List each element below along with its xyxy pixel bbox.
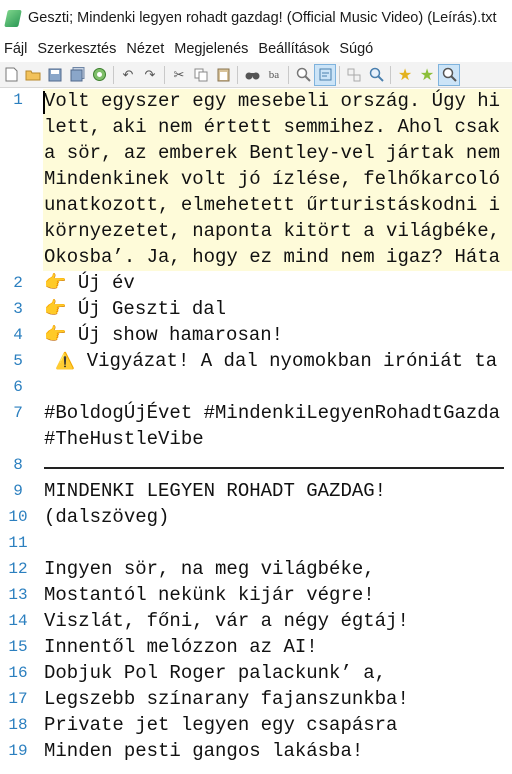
toolbar-separator [390, 65, 391, 84]
line-number: 3 [13, 300, 23, 318]
text-line: 👉 Új show hamarosan! [44, 322, 283, 349]
open-folder-icon[interactable] [22, 64, 44, 86]
reload-icon[interactable] [88, 64, 110, 86]
text-line: Innentől melózzon az AI! [44, 636, 318, 658]
title-bar: Geszti; Mindenki legyen rohadt gazdag! (… [0, 0, 512, 36]
line-text: Új Geszti dal [66, 298, 227, 320]
pointing-hand-icon: 👉 [44, 274, 67, 294]
line-number: 6 [13, 378, 23, 396]
toolbar: ↶ ↷ ✂ ba ★ ★ [0, 62, 512, 88]
pointing-hand-icon: 👉 [44, 300, 67, 320]
menu-help[interactable]: Súgó [334, 41, 378, 57]
pointing-hand-icon: 👉 [44, 326, 67, 346]
text-line: ⚠️ Vigyázat! A dal nyomokban iróniát ta [44, 348, 497, 375]
save-all-icon[interactable] [66, 64, 88, 86]
text-line: MINDENKI LEGYEN ROHADT GAZDAG! [44, 480, 387, 502]
text-line: 👉 Új év [44, 270, 135, 297]
line-number: 4 [13, 326, 23, 344]
line-text: Vigyázat! A dal nyomokban iróniát ta [75, 350, 498, 372]
toolbar-separator [237, 65, 238, 84]
text-line: Private jet legyen egy csapásra [44, 714, 398, 736]
line-number: 11 [8, 534, 28, 552]
text-line: (dalszöveg) [44, 506, 170, 528]
line-number: 2 [13, 274, 23, 292]
select-icon[interactable] [343, 64, 365, 86]
line-text: Új show hamarosan! [66, 324, 284, 346]
line-number: 17 [8, 690, 28, 708]
line-number: 8 [13, 456, 23, 474]
text-editor[interactable]: 1 2 3 4 5 6 7 8 9 10 11 12 13 14 15 16 1… [0, 88, 512, 774]
copy-icon[interactable] [190, 64, 212, 86]
word-wrap-icon[interactable] [314, 63, 336, 86]
menu-settings[interactable]: Beállítások [253, 41, 334, 57]
toolbar-separator [113, 65, 114, 84]
text-line: Mindenkinek volt jó ízlése, felhőkarcoló [44, 168, 501, 190]
text-line: Dobjuk Pol Roger palackunk’ a, [44, 662, 387, 684]
line-number: 12 [8, 560, 28, 578]
text-line: #TheHustleVibe [44, 428, 204, 450]
line-number: 9 [13, 482, 23, 500]
zoom-tool-icon[interactable] [438, 63, 460, 86]
line-number: 14 [8, 612, 28, 630]
line-number: 1 [13, 91, 23, 109]
paste-icon[interactable] [212, 64, 234, 86]
toolbar-separator [288, 65, 289, 84]
line-number: 19 [8, 742, 28, 760]
menu-edit[interactable]: Szerkesztés [32, 41, 121, 57]
text-line: lett, aki nem értett semmihez. Ahol csak [44, 116, 501, 138]
text-line: Okosba’. Ja, hogy ez mind nem igaz? Háta [44, 246, 501, 268]
text-line: Volt egyszer egy mesebeli ország. Úgy hi [44, 90, 501, 112]
window-title: Geszti; Mindenki legyen rohadt gazdag! (… [28, 10, 497, 26]
text-line: #BoldogÚjÉvet #MindenkiLegyenRohadtGazda [44, 402, 501, 424]
line-number: 13 [8, 586, 28, 604]
toolbar-separator [164, 65, 165, 84]
menu-bar: Fájl Szerkesztés Nézet Megjelenés Beállí… [0, 37, 512, 61]
line-number: 7 [13, 404, 23, 422]
zoom-in-icon[interactable] [365, 64, 387, 86]
menu-appearance[interactable]: Megjelenés [169, 41, 253, 57]
text-line: környezetet, naponta kitört a világbéke, [44, 220, 501, 242]
redo-icon[interactable]: ↷ [139, 64, 161, 86]
text-line: a sör, az emberek Bentley-vel jártak nem [44, 142, 501, 164]
undo-icon[interactable]: ↶ [117, 64, 139, 86]
line-number: 10 [8, 508, 28, 526]
text-line: Ingyen sör, na meg világbéke, [44, 558, 375, 580]
warning-icon: ⚠️ [55, 353, 76, 371]
replace-icon[interactable]: ba [263, 64, 285, 86]
find-icon[interactable] [241, 64, 263, 86]
bookmark-star-icon[interactable]: ★ [394, 64, 416, 86]
text-line: Legszebb színarany fajanszunkba! [44, 688, 409, 710]
text-line: Viszlát, főni, vár a négy égtáj! [44, 610, 409, 632]
new-file-icon[interactable] [0, 64, 22, 86]
line-text: Új év [66, 272, 135, 294]
line-number: 18 [8, 716, 28, 734]
text-line: 👉 Új Geszti dal [44, 296, 226, 323]
text-line: Minden pesti gangos lakásba! [44, 740, 364, 762]
bookmark-add-icon[interactable]: ★ [416, 64, 438, 86]
toolbar-separator [339, 65, 340, 84]
notepad-app-icon [4, 9, 22, 27]
line-number: 15 [8, 638, 28, 656]
horizontal-rule-line [44, 467, 504, 469]
menu-file[interactable]: Fájl [0, 41, 32, 57]
text-line: Mostantól nekünk kijár végre! [44, 584, 375, 606]
line-number: 5 [13, 352, 23, 370]
line-number: 16 [8, 664, 28, 682]
save-icon[interactable] [44, 64, 66, 86]
menu-view[interactable]: Nézet [121, 41, 169, 57]
text-line: unatkozott, elmehetett űrturistáskodni i [44, 194, 501, 216]
cut-icon[interactable]: ✂ [168, 64, 190, 86]
zoom-icon[interactable] [292, 64, 314, 86]
